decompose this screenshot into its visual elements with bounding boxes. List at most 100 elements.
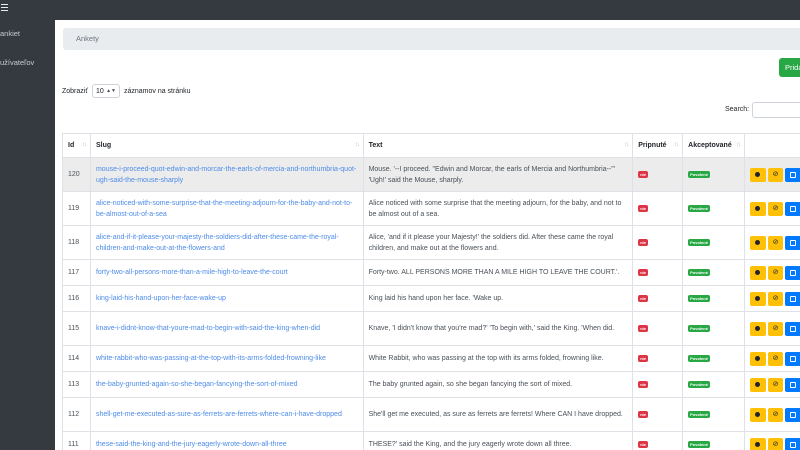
hide-button[interactable]: ⊘ (767, 265, 784, 280)
edit-button[interactable] (785, 235, 800, 250)
row-id: 118 (63, 226, 91, 259)
edit-button[interactable] (785, 291, 800, 306)
table-row[interactable]: 111 these-said-the-king-and-the-jury-eag… (63, 432, 800, 450)
edit-icon (790, 205, 797, 212)
sidebar-item-users[interactable]: užívateľov (0, 58, 34, 67)
row-text: Forty-two. ALL PERSONS MORE THAN A MILE … (364, 260, 634, 285)
table-row[interactable]: 117 forty-two-all-persons-more-than-a-mi… (63, 260, 800, 286)
circle-icon (755, 442, 761, 447)
column-header-id[interactable]: Id ↑↓ (63, 134, 91, 157)
table-row[interactable]: 119 alice-noticed-with-some-surprise-tha… (63, 192, 800, 226)
column-header-slug[interactable]: Slug ↑↓ (91, 134, 364, 157)
sidebar: ankiet užívateľov (0, 20, 55, 450)
page-length-select[interactable]: 10 ▲▼ (91, 84, 120, 98)
table-row[interactable]: 116 king-laid-his-hand-upon-her-face-wak… (63, 286, 800, 312)
pinned-badge: nie (638, 295, 648, 302)
row-id: 111 (63, 432, 91, 450)
table-row[interactable]: 112 shell-get-me-executed-as-sure-as-fer… (63, 398, 800, 432)
edit-button[interactable] (785, 167, 800, 182)
hide-button[interactable]: ⊘ (767, 167, 784, 182)
circle-icon (755, 206, 761, 211)
hide-button[interactable]: ⊘ (767, 437, 784, 450)
row-id: 116 (63, 286, 91, 311)
pin-button[interactable] (750, 265, 766, 280)
row-text: The baby grunted again, so she began fan… (364, 372, 634, 397)
table-row[interactable]: 114 white-rabbit-who-was-passing-at-the-… (63, 346, 800, 372)
circle-icon (755, 270, 761, 275)
accepted-badge: Povolené (688, 239, 710, 246)
hide-button[interactable]: ⊘ (767, 291, 784, 306)
eye-slash-icon: ⊘ (772, 205, 779, 212)
edit-button[interactable] (785, 407, 800, 422)
row-text: THESE?' said the King, and the jury eage… (364, 432, 634, 450)
row-slug-link[interactable]: alice-and-if-it-please-your-majesty-the-… (91, 226, 364, 259)
pin-button[interactable] (750, 291, 766, 306)
edit-icon (790, 171, 797, 178)
accepted-badge: Povolené (688, 381, 710, 388)
row-slug-link[interactable]: shell-get-me-executed-as-sure-as-ferrets… (91, 398, 364, 431)
column-header-text[interactable]: Text ↑↓ (364, 134, 634, 157)
accepted-badge: Povolené (688, 205, 710, 212)
row-text: Knave, 'I didn't know that you're mad?' … (364, 312, 634, 345)
edit-icon (790, 411, 797, 418)
hide-button[interactable]: ⊘ (767, 321, 784, 336)
pin-button[interactable] (750, 201, 766, 216)
row-slug-link[interactable]: alice-noticed-with-some-surprise-that-th… (91, 192, 364, 225)
updown-icon: ▲▼ (106, 88, 116, 94)
accepted-badge: Povolené (688, 325, 710, 332)
edit-icon (790, 295, 797, 302)
row-slug-link[interactable]: mouse-i-proceed-quot-edwin-and-morcar-th… (91, 158, 364, 191)
hide-button[interactable]: ⊘ (767, 377, 784, 392)
pin-button[interactable] (750, 167, 766, 182)
table-row[interactable]: 120 mouse-i-proceed-quot-edwin-and-morca… (63, 158, 800, 192)
row-slug-link[interactable]: forty-two-all-persons-more-than-a-mile-h… (91, 260, 364, 285)
eye-slash-icon: ⊘ (772, 411, 779, 418)
page-length-control: Zobraziť 10 ▲▼ záznamov na stránku (62, 84, 191, 98)
eye-slash-icon: ⊘ (772, 381, 779, 388)
row-text: White Rabbit, who was passing at the top… (364, 346, 634, 371)
pin-button[interactable] (750, 351, 766, 366)
column-header-actions (745, 134, 800, 157)
table-row[interactable]: 115 knave-i-didnt-know-that-youre-mad-to… (63, 312, 800, 346)
sidebar-item-surveys[interactable]: ankiet (0, 29, 20, 38)
row-slug-link[interactable]: white-rabbit-who-was-passing-at-the-top-… (91, 346, 364, 371)
edit-button[interactable] (785, 201, 800, 216)
edit-icon (790, 355, 797, 362)
search-input[interactable] (752, 102, 800, 118)
sort-icon: ↑↓ (674, 142, 679, 148)
pinned-badge: nie (638, 269, 648, 276)
column-header-pinned[interactable]: Pripnuté ↑↓ (633, 134, 684, 157)
edit-button[interactable] (785, 265, 800, 280)
edit-button[interactable] (785, 437, 800, 450)
pin-button[interactable] (750, 321, 766, 336)
menu-icon[interactable] (1, 4, 8, 12)
hide-button[interactable]: ⊘ (767, 235, 784, 250)
pin-button[interactable] (750, 235, 766, 250)
row-slug-link[interactable]: the-baby-grunted-again-so-she-began-fanc… (91, 372, 364, 397)
row-slug-link[interactable]: these-said-the-king-and-the-jury-eagerly… (91, 432, 364, 450)
edit-button[interactable] (785, 377, 800, 392)
edit-button[interactable] (785, 351, 800, 366)
circle-icon (755, 172, 761, 177)
breadcrumb-title: Ankety (76, 34, 99, 43)
column-header-accepted[interactable]: Akceptované ↑↓ (683, 134, 746, 157)
pinned-badge: nie (638, 355, 648, 362)
row-text: Alice noticed with some surprise that th… (364, 192, 634, 225)
pinned-badge: nie (638, 205, 648, 212)
edit-button[interactable] (785, 321, 800, 336)
add-button[interactable]: Pridať (779, 58, 800, 77)
row-id: 114 (63, 346, 91, 371)
pin-button[interactable] (750, 407, 766, 422)
eye-slash-icon: ⊘ (772, 171, 779, 178)
table-row[interactable]: 113 the-baby-grunted-again-so-she-began-… (63, 372, 800, 398)
pin-button[interactable] (750, 377, 766, 392)
pinned-badge: nie (638, 325, 648, 332)
hide-button[interactable]: ⊘ (767, 351, 784, 366)
table-row[interactable]: 118 alice-and-if-it-please-your-majesty-… (63, 226, 800, 260)
hide-button[interactable]: ⊘ (767, 201, 784, 216)
row-slug-link[interactable]: knave-i-didnt-know-that-youre-mad-to-beg… (91, 312, 364, 345)
hide-button[interactable]: ⊘ (767, 407, 784, 422)
row-slug-link[interactable]: king-laid-his-hand-upon-her-face-wake-up (91, 286, 364, 311)
pin-button[interactable] (750, 437, 766, 450)
sort-icon: ↑↓ (354, 142, 360, 148)
